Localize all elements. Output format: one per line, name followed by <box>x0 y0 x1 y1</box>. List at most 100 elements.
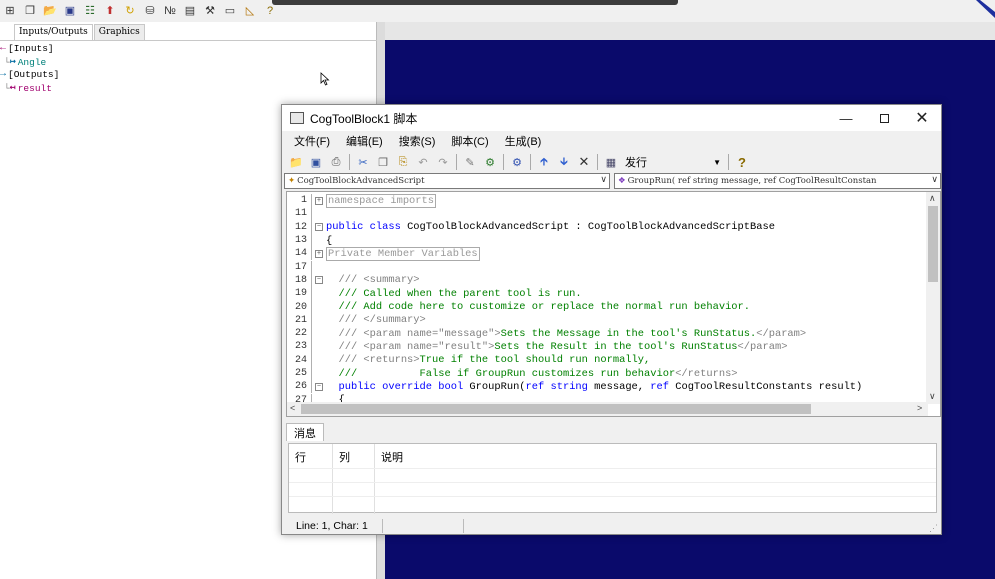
fold-toggle[interactable]: + <box>312 196 326 205</box>
title-bar[interactable]: CogToolBlock1 脚本 — ✕ <box>282 105 941 131</box>
code-token: /// <summary> <box>326 274 420 287</box>
help-icon[interactable]: ? <box>735 155 749 170</box>
maximize-button[interactable] <box>865 105 903 131</box>
menu-edit[interactable]: 编辑(E) <box>346 133 383 149</box>
line-number: 12 <box>294 221 307 233</box>
line-number: 19 <box>294 288 307 300</box>
collapsed-region[interactable]: Private Member Variables <box>326 246 480 261</box>
minimize-button[interactable]: — <box>827 105 865 131</box>
copy-icon[interactable]: ❐ <box>376 155 390 169</box>
toolbar-separator <box>597 154 598 170</box>
fold-toggle[interactable]: − <box>312 223 326 232</box>
arrow-left-icon: ← <box>0 43 7 54</box>
print-icon[interactable]: ⎙ <box>329 155 343 169</box>
save-icon[interactable]: ▣ <box>63 4 77 18</box>
copy-icon[interactable]: ❐ <box>23 4 37 18</box>
column-header-description[interactable]: 说明 <box>375 444 936 514</box>
fold-toggle[interactable]: − <box>312 276 326 285</box>
arrow-left-icon: ↤ <box>9 83 16 94</box>
vertical-scrollbar[interactable]: ∧ ∨ <box>926 192 940 404</box>
scroll-left-icon[interactable]: < <box>290 403 295 413</box>
redo-icon[interactable]: ↷ <box>436 155 450 169</box>
member-combo-value: GroupRun( ref string message, ref CogToo… <box>627 176 877 186</box>
code-line: 22 /// <param name="message"> Sets the Me… <box>287 327 927 341</box>
line-number: 23 <box>294 341 307 353</box>
menu-script[interactable]: 脚本(C) <box>451 133 488 149</box>
refresh-icon[interactable]: ↻ <box>123 4 137 18</box>
calendar-icon[interactable]: ▦ <box>604 155 618 169</box>
scroll-down-icon[interactable]: ∨ <box>929 391 936 402</box>
vertical-scroll-thumb[interactable] <box>928 206 938 282</box>
database-icon[interactable]: ⛁ <box>143 4 157 18</box>
member-combo[interactable]: ❖ GroupRun( ref string message, ref CogT… <box>614 173 941 189</box>
tree-item-label: [Inputs] <box>8 43 54 54</box>
code-token: /// Called when the parent tool is run. <box>326 287 582 300</box>
upload-icon[interactable]: ⬆ <box>103 4 117 18</box>
open-folder-icon[interactable]: 📁 <box>289 155 303 169</box>
code-token: Sets the Message in the tool's RunStatus… <box>500 327 757 340</box>
fold-toggle[interactable]: − <box>312 382 326 391</box>
paste-icon[interactable]: ⎘ <box>396 155 410 169</box>
column-header-column[interactable]: 列 <box>333 444 375 514</box>
code-token: </returns> <box>675 367 738 380</box>
menu-build[interactable]: 生成(B) <box>505 133 542 149</box>
code-token: /// <returns> <box>326 354 420 367</box>
code-token: /// <param name="result"> <box>326 340 495 353</box>
comment-icon[interactable]: ✎ <box>463 155 477 169</box>
save-icon[interactable]: ▣ <box>309 155 323 169</box>
grid-icon[interactable]: ⊞ <box>3 4 17 18</box>
move-down-icon[interactable]: 🡳 <box>557 155 571 169</box>
code-editor[interactable]: 1 + namespace imports 11 12− public class Cog… <box>286 191 941 417</box>
references-icon[interactable]: ⚙ <box>483 155 497 169</box>
scroll-up-icon[interactable]: ∧ <box>929 193 936 204</box>
delete-icon[interactable]: ✕ <box>577 154 591 169</box>
help-icon[interactable]: ? <box>263 4 277 18</box>
class-combo[interactable]: ✦ CogToolBlockAdvancedScript ∨ <box>284 173 610 189</box>
window-title: CogToolBlock1 脚本 <box>310 111 418 126</box>
code-token: /// Add code here to customize or replac… <box>326 301 751 314</box>
menu-search[interactable]: 搜索(S) <box>399 133 436 149</box>
menu-bar: 文件(F) 编辑(E) 搜索(S) 脚本(C) 生成(B) <box>282 131 941 151</box>
undo-icon[interactable]: ↶ <box>416 155 430 169</box>
tools-icon[interactable]: ⚒ <box>203 4 217 18</box>
column-header-line[interactable]: 行 <box>289 444 333 514</box>
display-icon[interactable]: ▤ <box>183 4 197 18</box>
fold-toggle[interactable]: + <box>312 249 326 258</box>
code-line: 23 /// <param name="result"> Sets the Res… <box>287 340 927 354</box>
code-token: ref <box>650 380 676 393</box>
list-divider <box>289 468 936 469</box>
build-gear-icon[interactable]: ⚙ <box>510 155 524 169</box>
tab-graphics[interactable]: Graphics <box>93 24 145 40</box>
tab-messages[interactable]: 消息 <box>286 423 324 441</box>
gutter-line <box>311 260 312 274</box>
tree-item-result[interactable]: └ ↤ result <box>4 82 52 95</box>
cut-icon[interactable]: ✂ <box>356 155 370 169</box>
numeric-icon[interactable]: № <box>163 4 177 18</box>
horizontal-scroll-thumb[interactable] <box>301 404 811 414</box>
code-line: 21 /// </summary> <box>287 313 927 327</box>
horizontal-scrollbar[interactable]: < > <box>287 402 928 416</box>
line-number: 13 <box>294 235 307 247</box>
close-button[interactable]: ✕ <box>903 105 941 131</box>
scroll-right-icon[interactable]: > <box>917 403 922 413</box>
code-token: ref string <box>525 380 595 393</box>
network-icon[interactable]: ☷ <box>83 4 97 18</box>
tab-inputs-outputs[interactable]: Inputs/Outputs <box>14 24 93 40</box>
move-up-icon[interactable]: 🡱 <box>537 155 551 169</box>
code-line: 24 /// <returns> True if the tool should … <box>287 353 927 367</box>
measure-icon[interactable]: ◺ <box>243 4 257 18</box>
code-line: 26− public override bool GroupRun(ref st… <box>287 380 927 394</box>
code-line: 1 + namespace imports <box>287 193 927 208</box>
build-config-select[interactable]: 发行 ▼ <box>625 153 725 171</box>
gutter-line <box>311 233 312 248</box>
terminal-icon[interactable]: ▭ <box>223 4 237 18</box>
resize-grip-icon[interactable]: ⋰ <box>929 523 938 534</box>
code-line: 13 { <box>287 233 927 248</box>
menu-file[interactable]: 文件(F) <box>294 133 330 149</box>
tree-item-angle[interactable]: └ ↦ Angle <box>4 56 46 69</box>
messages-list[interactable]: 行 列 说明 <box>288 443 937 514</box>
open-folder-icon[interactable]: 📂 <box>43 4 57 18</box>
tree-item-inputs[interactable]: ← [Inputs] <box>0 43 54 54</box>
tree-item-outputs[interactable]: → [Outputs] <box>0 69 59 80</box>
collapsed-region[interactable]: namespace imports <box>326 193 437 208</box>
